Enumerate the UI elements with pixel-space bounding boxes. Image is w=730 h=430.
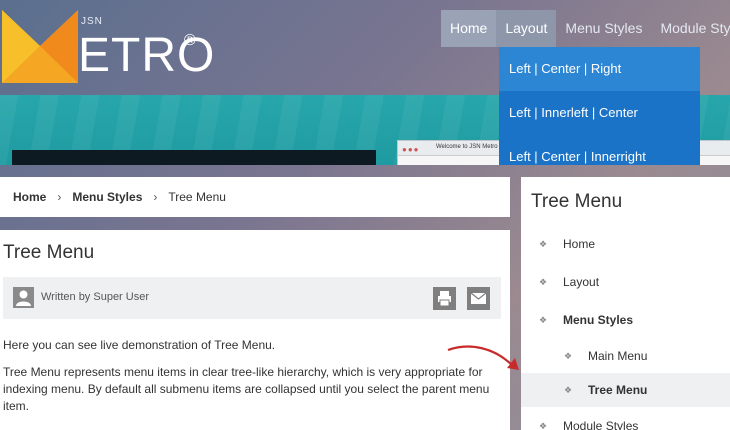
article-intro: Here you can see live demonstration of T… xyxy=(3,338,276,352)
article-author: Written by Super User xyxy=(41,291,150,303)
dropdown-item-left-center-right[interactable]: Left | Center | Right xyxy=(499,47,700,91)
tree-item-main-menu[interactable]: ❖ Main Menu xyxy=(521,339,730,373)
tree-item-module-styles[interactable]: ❖ Module Styles xyxy=(521,409,730,430)
annotation-arrow-icon xyxy=(447,345,519,370)
bullet-icon: ❖ xyxy=(564,351,573,361)
breadcrumb-home[interactable]: Home xyxy=(13,190,46,204)
tree-item-label: Module Styles xyxy=(563,419,639,430)
main-nav: Home Layout Menu Styles Module Sty xyxy=(441,10,730,47)
sidebar-title: Tree Menu xyxy=(531,191,623,212)
logo-jsn: JSN xyxy=(81,16,103,27)
tree-item-label: Main Menu xyxy=(588,349,648,363)
breadcrumb: Home › Menu Styles › Tree Menu xyxy=(0,177,510,217)
page-title: Tree Menu xyxy=(3,242,95,263)
tree-item-label: Home xyxy=(563,237,596,251)
article: Tree Menu Written by Super User Here you… xyxy=(0,230,510,430)
hero-dark-panel xyxy=(12,150,376,165)
bullet-icon: ❖ xyxy=(539,315,548,325)
breadcrumb-separator-icon: › xyxy=(57,190,62,204)
breadcrumb-menu-styles[interactable]: Menu Styles xyxy=(72,190,142,204)
browser-dots-icon: ●●● xyxy=(402,145,420,154)
logo-mark-icon xyxy=(2,10,78,83)
tree-item-label: Menu Styles xyxy=(563,313,634,327)
nav-menu-styles[interactable]: Menu Styles xyxy=(556,10,651,47)
bullet-icon: ❖ xyxy=(539,239,548,249)
nav-module-styles[interactable]: Module Sty xyxy=(651,10,730,47)
article-meta: Written by Super User xyxy=(3,277,501,319)
tree-item-label: Tree Menu xyxy=(588,383,648,397)
nav-home[interactable]: Home xyxy=(441,10,497,47)
bullet-icon: ❖ xyxy=(564,385,573,395)
tree-item-home[interactable]: ❖ Home xyxy=(521,227,730,261)
logo-registered: ® xyxy=(184,32,196,49)
browser-tab-title: Welcome to JSN Metro xyxy=(436,144,498,150)
site-logo[interactable]: JSN ETRO ® xyxy=(0,10,214,85)
dropdown-item-left-innerleft-center[interactable]: Left | Innerleft | Center xyxy=(499,91,700,135)
tree-item-menu-styles[interactable]: ❖ Menu Styles xyxy=(521,303,730,337)
email-icon[interactable] xyxy=(467,287,490,310)
print-icon[interactable] xyxy=(433,287,456,310)
sidebar-tree-menu: Tree Menu ❖ Home ❖ Layout ❖ Menu Styles … xyxy=(521,177,730,430)
layout-dropdown: Left | Center | Right Left | Innerleft |… xyxy=(499,47,700,165)
breadcrumb-separator-icon: › xyxy=(153,190,158,204)
bullet-icon: ❖ xyxy=(539,421,548,430)
dropdown-item-left-center-innerright[interactable]: Left | Center | Innerright xyxy=(499,135,700,165)
tree-item-label: Layout xyxy=(563,275,600,289)
tree-item-layout[interactable]: ❖ Layout xyxy=(521,265,730,299)
article-description: Tree Menu represents menu items in clear… xyxy=(3,365,490,413)
breadcrumb-current: Tree Menu xyxy=(168,190,226,204)
tree-item-tree-menu[interactable]: ❖ Tree Menu xyxy=(521,373,730,407)
user-icon xyxy=(13,287,34,308)
nav-layout[interactable]: Layout xyxy=(496,10,557,47)
bullet-icon: ❖ xyxy=(539,277,548,287)
